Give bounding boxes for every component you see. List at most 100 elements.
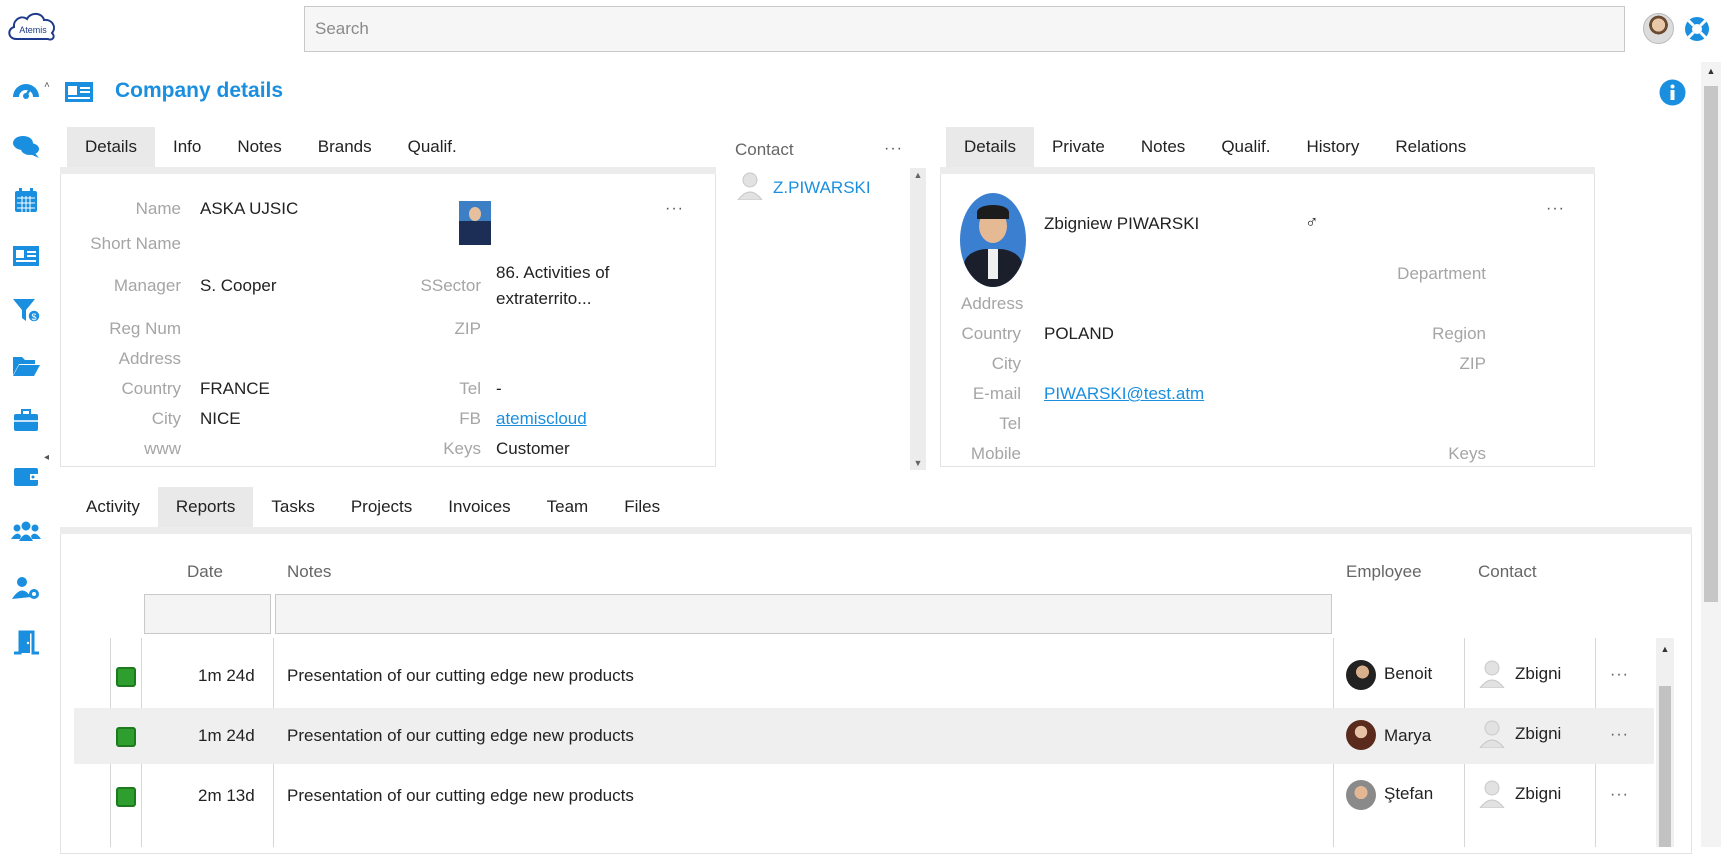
row-menu-button[interactable]: ··· — [1610, 666, 1629, 684]
exit-door-icon[interactable] — [10, 628, 42, 656]
table-row[interactable]: 1m 24d Presentation of our cutting edge … — [74, 708, 1654, 764]
col-date-header[interactable]: Date — [187, 562, 223, 582]
contact-placeholder-icon — [1479, 780, 1505, 808]
row-employee: Ştefan — [1384, 784, 1434, 803]
tab-divider — [60, 167, 716, 174]
tab-brands[interactable]: Brands — [300, 127, 390, 167]
row-notes: Presentation of our cutting edge new pro… — [287, 666, 634, 685]
keys-value: Customer — [496, 439, 570, 458]
contact-photo — [960, 193, 1026, 287]
ssector-value-line2: extraterrito... — [496, 289, 592, 308]
row-date: 1m 24d — [198, 666, 255, 685]
calendar-icon[interactable] — [10, 186, 42, 214]
gender-male-icon: ♂ — [1305, 212, 1319, 232]
contact-list-item[interactable]: Z.PIWARSKI — [732, 170, 912, 200]
lifebuoy-icon[interactable] — [1683, 15, 1711, 43]
tab-projects[interactable]: Projects — [333, 487, 430, 527]
user-settings-icon[interactable] — [10, 574, 42, 602]
col-contact-header[interactable]: Contact — [1478, 562, 1537, 582]
contact-tab-qualif[interactable]: Qualif. — [1203, 127, 1288, 167]
notes-filter-input[interactable] — [275, 594, 1332, 634]
briefcase-icon[interactable] — [10, 406, 42, 434]
contact-tab-notes[interactable]: Notes — [1123, 127, 1203, 167]
row-notes: Presentation of our cutting edge new pro… — [287, 726, 634, 745]
fb-label: FB — [459, 409, 481, 428]
tab-notes[interactable]: Notes — [219, 127, 299, 167]
reg-num-label: Reg Num — [109, 319, 181, 338]
contact-tab-private[interactable]: Private — [1034, 127, 1123, 167]
tab-tasks[interactable]: Tasks — [253, 487, 332, 527]
fb-link[interactable]: atemiscloud — [496, 409, 587, 429]
company-menu-button[interactable]: ··· — [665, 200, 684, 218]
contact-keys-label: Keys — [1448, 444, 1486, 463]
id-card-icon[interactable] — [10, 242, 42, 270]
row-date: 2m 13d — [198, 786, 255, 805]
page-title: Company details — [115, 79, 284, 102]
logo-text: Atemis — [19, 25, 47, 35]
wallet-icon[interactable] — [10, 462, 42, 490]
contact-placeholder-icon — [737, 172, 763, 200]
employee-avatar — [1346, 720, 1376, 750]
user-avatar[interactable] — [1643, 13, 1674, 44]
contact-tabs: Details Private Notes Qualif. History Re… — [946, 127, 1484, 167]
contact-list-item-label[interactable]: Z.PIWARSKI — [773, 178, 871, 198]
contact-menu-button[interactable]: ··· — [1546, 200, 1565, 218]
row-menu-button[interactable]: ··· — [1610, 786, 1629, 804]
tab-invoices[interactable]: Invoices — [430, 487, 528, 527]
team-icon[interactable] — [10, 518, 42, 546]
col-employee-header[interactable]: Employee — [1346, 562, 1422, 582]
contact-list-scrollbar[interactable]: ▲ ▼ — [910, 168, 926, 470]
row-date: 1m 24d — [198, 726, 255, 745]
zip-label: ZIP — [454, 319, 481, 338]
info-icon[interactable] — [1659, 79, 1686, 106]
search-input[interactable] — [304, 6, 1625, 52]
table-row[interactable]: 1m 24d Presentation of our cutting edge … — [74, 648, 1654, 704]
contact-tel-label: Tel — [999, 414, 1021, 433]
contact-country-label: Country — [961, 324, 1021, 343]
country-value: FRANCE — [200, 379, 270, 398]
mobile-label: Mobile — [970, 444, 1021, 463]
contact-tab-relations[interactable]: Relations — [1377, 127, 1484, 167]
folder-open-icon[interactable] — [10, 352, 42, 380]
company-tabs: Details Info Notes Brands Qualif. — [67, 127, 475, 167]
col-notes-header[interactable]: Notes — [287, 562, 331, 582]
contact-placeholder-icon — [1479, 720, 1505, 748]
city-value: NICE — [200, 409, 241, 428]
date-filter-input[interactable] — [144, 594, 271, 634]
company-logo-image — [459, 201, 491, 245]
dashboard-icon[interactable] — [10, 76, 42, 104]
tab-team[interactable]: Team — [529, 487, 607, 527]
contact-country-value: POLAND — [1044, 324, 1114, 343]
manager-value: S. Cooper — [200, 276, 277, 295]
employee-avatar — [1346, 780, 1376, 810]
page-scrollbar[interactable]: ▲ — [1701, 62, 1721, 847]
row-menu-button[interactable]: ··· — [1610, 726, 1629, 744]
table-row[interactable]: 2m 13d Presentation of our cutting edge … — [74, 768, 1654, 824]
ssector-value-line1: 86. Activities of — [496, 263, 610, 282]
tab-activity[interactable]: Activity — [68, 487, 158, 527]
chat-icon[interactable] — [10, 132, 42, 160]
funnel-dollar-icon[interactable]: $ — [10, 296, 42, 324]
department-label: Department — [1397, 264, 1486, 283]
grid-scrollbar[interactable]: ▲ — [1656, 638, 1674, 847]
tab-files[interactable]: Files — [606, 487, 678, 527]
tel-value: - — [496, 379, 502, 398]
contact-list-menu-button[interactable]: ··· — [884, 140, 903, 158]
email-link[interactable]: PIWARSKI@test.atm — [1044, 384, 1204, 404]
contact-tab-details[interactable]: Details — [946, 127, 1034, 167]
region-label: Region — [1432, 324, 1486, 343]
contact-tab-history[interactable]: History — [1288, 127, 1377, 167]
tab-qualif[interactable]: Qualif. — [390, 127, 475, 167]
tab-details[interactable]: Details — [67, 127, 155, 167]
row-contact: Zbigni — [1515, 664, 1562, 683]
company-card-icon — [64, 80, 94, 104]
contact-zip-label: ZIP — [1459, 354, 1486, 373]
tab-reports[interactable]: Reports — [157, 487, 254, 527]
contact-city-label: City — [991, 354, 1021, 373]
collapse-up-icon[interactable]: ˄ — [44, 80, 50, 91]
phone-call-icon — [116, 727, 136, 747]
collapse-left-icon[interactable]: ◂ — [44, 452, 49, 463]
atemis-logo[interactable]: Atemis — [4, 7, 60, 47]
tab-info[interactable]: Info — [155, 127, 219, 167]
contact-name: Zbigniew PIWARSKI — [1044, 214, 1200, 233]
